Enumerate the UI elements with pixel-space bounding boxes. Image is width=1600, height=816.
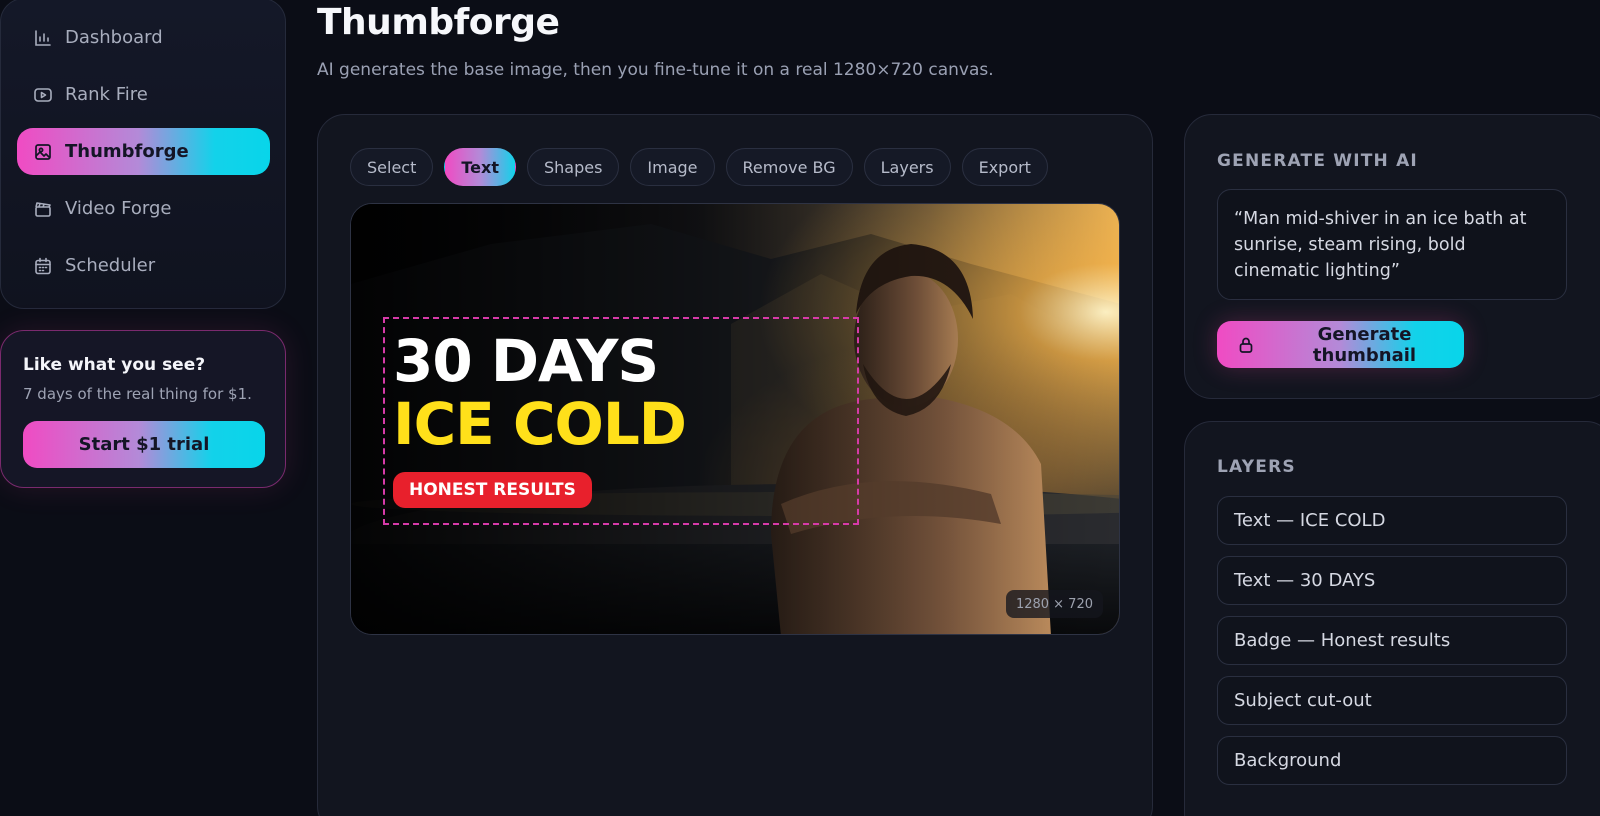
tool-remove-bg[interactable]: Remove BG [725,148,853,186]
headline-line-1[interactable]: 30 DAYS [393,332,659,390]
generate-button-label: Generate thumbnail [1312,323,1417,366]
bar-chart-icon [33,28,53,48]
generate-ai-panel: GENERATE WITH AI “Man mid-shiver in an i… [1184,114,1600,399]
headline-line-2[interactable]: ICE COLD [393,395,687,453]
sidebar-item-dashboard[interactable]: Dashboard [17,14,270,61]
sidebar-item-label: Thumbforge [65,141,189,162]
calendar-icon [33,256,53,276]
ai-prompt-input[interactable]: “Man mid-shiver in an ice bath at sunris… [1217,189,1567,300]
video-play-icon [33,85,53,105]
image-icon [33,142,53,162]
page: Dashboard Rank Fire Thumbforge Video For… [0,0,1600,816]
editor-toolbar: Select Text Shapes Image Remove BG Layer… [350,148,1048,186]
trial-promo-card: Like what you see? 7 days of the real th… [0,330,286,488]
sidebar-item-label: Scheduler [65,255,156,276]
lock-icon [1237,336,1255,354]
clapperboard-icon [33,199,53,219]
layers-section-label: LAYERS [1217,457,1296,477]
sidebar-item-label: Video Forge [65,198,172,219]
sidebar-item-rank-fire[interactable]: Rank Fire [17,71,270,118]
sidebar-item-video-forge[interactable]: Video Forge [17,185,270,232]
layers-panel: LAYERS Text — ICE COLD Text — 30 DAYS Ba… [1184,421,1600,816]
tool-image[interactable]: Image [630,148,715,186]
generate-thumbnail-button[interactable]: Generate thumbnail [1217,321,1464,368]
tool-shapes[interactable]: Shapes [526,148,620,186]
trial-subtitle: 7 days of the real thing for $1. [23,385,252,403]
page-subtitle: AI generates the base image, then you fi… [317,60,994,80]
sidebar-item-thumbforge[interactable]: Thumbforge [17,128,270,175]
layer-item-subject-cutout[interactable]: Subject cut-out [1217,676,1567,725]
sidebar-nav: Dashboard Rank Fire Thumbforge Video For… [0,0,286,309]
layer-item-text-ice-cold[interactable]: Text — ICE COLD [1217,496,1567,545]
sidebar-item-label: Dashboard [65,27,163,48]
trial-title: Like what you see? [23,355,206,375]
thumbnail-canvas[interactable]: 30 DAYS ICE COLD HONEST RESULTS 1280 × 7… [350,203,1120,635]
tool-text[interactable]: Text [444,148,516,186]
start-trial-button[interactable]: Start $1 trial [23,421,265,468]
canvas-dimensions-label: 1280 × 720 [1005,590,1103,618]
layer-item-text-30-days[interactable]: Text — 30 DAYS [1217,556,1567,605]
sidebar-item-scheduler[interactable]: Scheduler [17,242,270,289]
editor-panel: Select Text Shapes Image Remove BG Layer… [317,114,1153,816]
tool-layers[interactable]: Layers [863,148,951,186]
tool-export[interactable]: Export [961,148,1048,186]
layer-item-badge[interactable]: Badge — Honest results [1217,616,1567,665]
tool-select[interactable]: Select [350,148,434,186]
generate-section-label: GENERATE WITH AI [1217,151,1418,171]
sidebar-item-label: Rank Fire [65,84,148,105]
honest-results-badge[interactable]: HONEST RESULTS [393,472,592,508]
layer-item-background[interactable]: Background [1217,736,1567,785]
page-title: Thumbforge [317,2,560,43]
